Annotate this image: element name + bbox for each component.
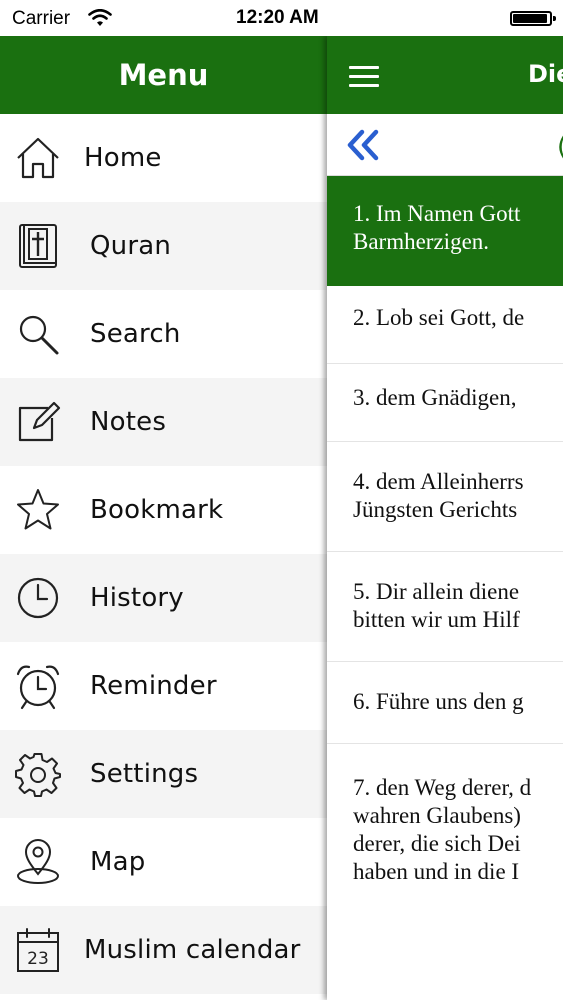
calendar-icon: 23 [12,924,64,976]
surah-nav-bar: ( [327,114,563,176]
menu-item-notes[interactable]: Notes [0,378,327,466]
verse-item[interactable]: 1. Im Namen Gott Barmherzigen. [327,176,563,286]
search-icon [12,308,64,360]
double-chevron-left-icon[interactable] [345,128,381,162]
verse-item[interactable]: 6. Führe uns den g [327,662,563,744]
star-icon [12,484,64,536]
verse-item[interactable]: 7. den Weg derer, d wahren Glaubens) der… [327,744,563,884]
menu-item-history[interactable]: History [0,554,327,642]
map-pin-icon [12,836,64,888]
menu-item-reminder[interactable]: Reminder [0,642,327,730]
content-panel: Die ( 1. Im Namen Gott Barmherzigen. 2. … [327,36,563,1000]
menu-item-label: Notes [90,407,167,437]
menu-item-settings[interactable]: Settings [0,730,327,818]
gear-icon [12,748,64,800]
menu-item-muslim-calendar[interactable]: 23 Muslim calendar [0,906,327,994]
menu-list: Home Quran Search Notes Bookmark History… [0,114,327,994]
menu-item-label: History [90,583,184,613]
menu-item-map[interactable]: Map [0,818,327,906]
menu-item-label: Map [90,847,146,877]
verse-item[interactable]: 4. dem Alleinherrs Jüngsten Gerichts [327,442,563,552]
content-header: Die [327,36,563,114]
menu-item-label: Quran [90,231,172,261]
alarm-clock-icon [12,660,64,712]
notes-icon [12,396,64,448]
menu-title: Menu [118,58,209,92]
menu-item-home[interactable]: Home [0,114,327,202]
content-title: Die [528,60,563,88]
verse-list: 1. Im Namen Gott Barmherzigen. 2. Lob se… [327,176,563,884]
status-time: 12:20 AM [236,7,319,28]
status-bar: Carrier 12:20 AM [0,0,563,36]
side-menu: Menu Home Quran Search Notes Bookmark Hi… [0,36,327,1000]
menu-item-label: Bookmark [90,495,224,525]
menu-header: Menu [0,36,327,114]
wifi-icon [88,9,112,26]
hamburger-menu-icon[interactable] [349,66,379,88]
calendar-day-number: 23 [27,949,49,969]
home-icon [12,132,64,184]
verse-item[interactable]: 5. Dir allein diene bitten wir um Hilf [327,552,563,662]
battery-icon [510,11,556,26]
clock-icon [12,572,64,624]
menu-item-label: Search [90,319,181,349]
menu-item-bookmark[interactable]: Bookmark [0,466,327,554]
book-icon [12,220,64,272]
nav-right-button[interactable]: ( [557,132,563,162]
menu-item-label: Reminder [90,671,217,701]
menu-item-label: Home [84,143,162,173]
verse-item[interactable]: 3. dem Gnädigen, [327,364,563,442]
menu-item-search[interactable]: Search [0,290,327,378]
menu-item-label: Muslim calendar [84,935,301,965]
menu-item-label: Settings [90,759,199,789]
menu-item-quran[interactable]: Quran [0,202,327,290]
carrier-label: Carrier [12,8,71,29]
verse-item[interactable]: 2. Lob sei Gott, de [327,286,563,364]
